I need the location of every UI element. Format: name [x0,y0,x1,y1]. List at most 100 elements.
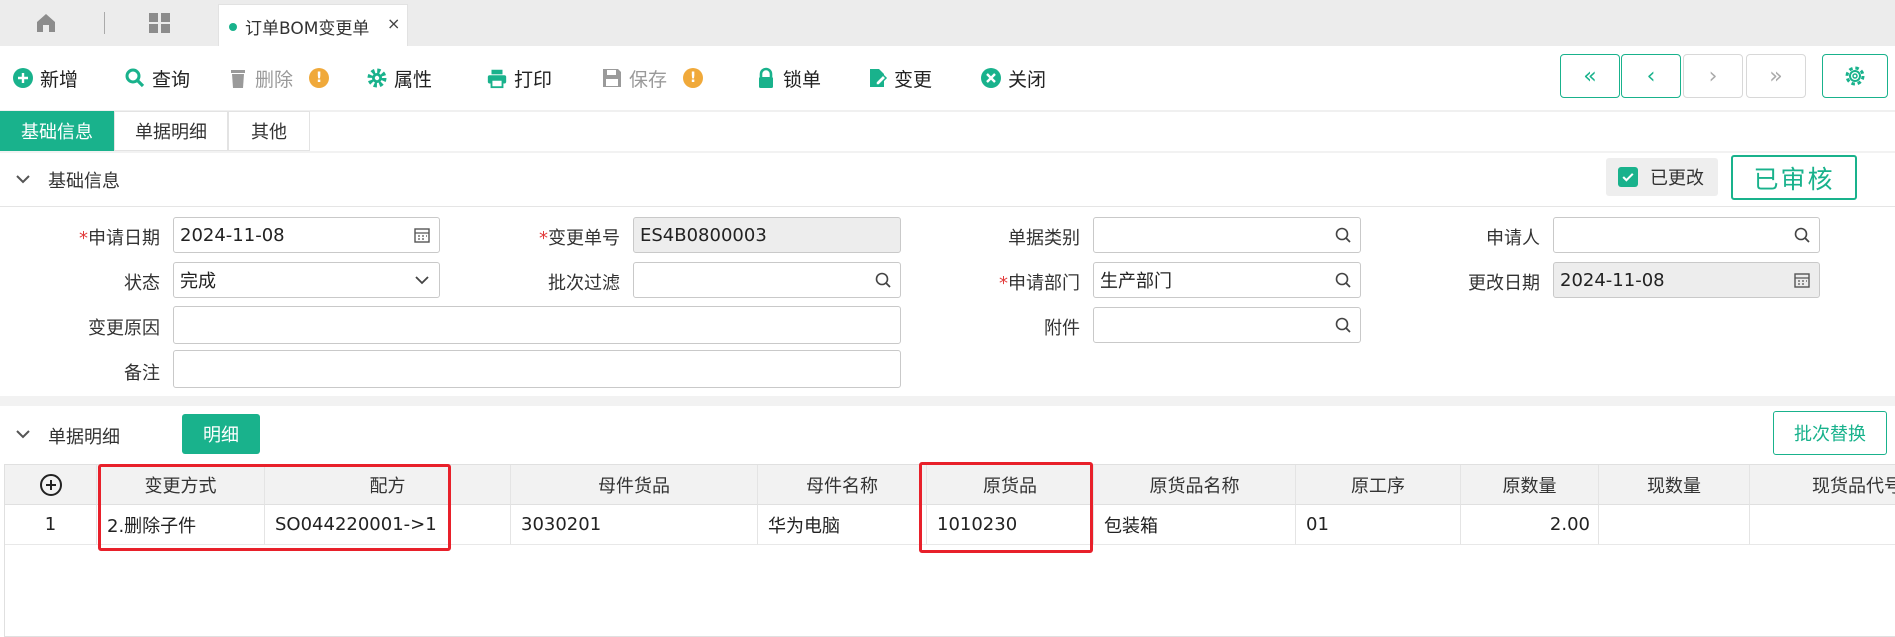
section-title: 单据明细 [48,427,120,448]
applicant-label: 申请人 [1486,228,1540,249]
tab-other[interactable]: 其他 [228,111,310,151]
settings-button[interactable] [1822,54,1888,98]
cell-orig-process[interactable]: 01 [1296,505,1461,545]
trash-icon [231,70,245,88]
remark-field[interactable] [173,350,901,388]
printer-icon [487,69,507,89]
cell-parent-item[interactable]: 3030201 [511,505,758,545]
changed-checkbox[interactable]: 已更改 [1606,158,1718,196]
search-icon[interactable] [1334,271,1352,289]
change-no-field[interactable]: ES4B0800003 [633,217,901,253]
calendar-icon[interactable] [413,226,431,244]
first-record-button[interactable]: « [1560,54,1620,98]
print-button[interactable]: 打印 [486,64,552,92]
double-chevron-left-icon: « [1583,63,1597,89]
query-button[interactable]: 查询 [124,64,190,92]
doc-type-label: 单据类别 [1008,228,1080,249]
attachment-label: 附件 [1044,318,1080,339]
dept-label: *申请部门 [999,273,1080,294]
gear-icon [367,68,387,88]
query-label: 查询 [152,68,191,91]
col-header-orig-item-name[interactable]: 原货品名称 [1094,465,1296,505]
save-label: 保存 [629,68,668,91]
home-icon[interactable] [34,11,58,35]
highlight-box-orig-item [919,462,1093,553]
doc-type-field[interactable] [1093,217,1361,253]
apply-date-label: *申请日期 [79,228,160,249]
save-button[interactable]: 保存 ! [601,64,704,92]
tab-basic-info[interactable]: 基础信息 [0,111,114,151]
batch-filter-field[interactable] [633,262,901,298]
modify-date-field[interactable]: 2024-11-08 [1553,262,1820,298]
detail-header[interactable]: 单据明细 [0,406,1895,462]
highlight-box-method-formula [98,464,451,551]
plus-circle-icon [13,68,33,88]
add-row-icon[interactable] [39,473,63,497]
cell-new-item-code[interactable] [1750,505,1895,545]
col-header-parent-item[interactable]: 母件货品 [511,465,758,505]
apply-date-field[interactable]: 2024-11-08 [173,217,440,253]
search-icon[interactable] [1334,316,1352,334]
chevron-down-icon[interactable] [413,271,431,289]
tab-doc-detail[interactable]: 单据明细 [114,111,228,151]
settings-gear-icon [1845,66,1865,86]
change-no-label: *变更单号 [539,228,620,249]
reason-label: 变更原因 [88,318,160,339]
active-dot-icon [229,23,237,31]
detail-button[interactable]: 明细 [182,414,260,454]
col-header-new-item-code[interactable]: 现货品代号 [1750,465,1895,505]
tab-separator [104,12,105,34]
warning-icon: ! [683,68,704,88]
properties-label: 属性 [394,68,433,91]
lock-button[interactable]: 锁单 [755,64,821,92]
calendar-icon[interactable] [1793,271,1811,289]
change-label: 变更 [894,68,933,91]
col-header-parent-name[interactable]: 母件名称 [758,465,927,505]
cell-parent-name[interactable]: 华为电脑 [758,505,927,545]
remark-label: 备注 [124,363,160,384]
cell-orig-qty[interactable]: 2.00 [1461,505,1599,545]
toolbar: 新增 查询 删除 ! 属性 打印 保存 ! 锁单 变更 关闭 « ‹ › » [0,46,1895,110]
dept-field[interactable]: 生产部门 [1093,262,1361,298]
close-button[interactable]: 关闭 [980,64,1046,92]
tab-order-bom-change[interactable]: 订单BOM变更单 × [218,4,408,46]
warning-icon: ! [309,68,330,88]
col-header-orig-process[interactable]: 原工序 [1296,465,1461,505]
status-select[interactable]: 完成 [173,262,440,298]
close-tab-icon[interactable]: × [387,14,400,33]
batch-filter-label: 批次过滤 [548,273,620,294]
cell-new-qty[interactable] [1599,505,1750,545]
cell-orig-item-name[interactable]: 包装箱 [1094,505,1296,545]
change-button[interactable]: 变更 [866,64,932,92]
status-label: 状态 [124,273,160,294]
col-header-orig-qty[interactable]: 原数量 [1461,465,1599,505]
delete-label: 删除 [255,68,294,91]
chevron-down-icon[interactable] [14,170,32,188]
reason-field[interactable] [173,306,901,344]
last-record-button[interactable]: » [1746,54,1806,98]
search-icon[interactable] [1793,226,1811,244]
col-header-new-qty[interactable]: 现数量 [1599,465,1750,505]
applicant-field[interactable] [1553,217,1820,253]
properties-button[interactable]: 属性 [366,64,432,92]
section-title: 基础信息 [48,171,120,192]
search-icon [125,68,145,88]
search-icon[interactable] [1334,226,1352,244]
search-icon[interactable] [874,271,892,289]
prev-record-button[interactable]: ‹ [1621,54,1681,98]
edit-document-icon [870,69,888,87]
attachment-field[interactable] [1093,307,1361,343]
delete-button[interactable]: 删除 ! [227,64,330,92]
tab-bar: 订单BOM变更单 × [0,0,1895,46]
row-number: 1 [5,505,97,545]
add-button[interactable]: 新增 [12,64,78,92]
add-row-cell [5,465,97,505]
floppy-disk-icon [603,69,621,87]
close-circle-icon [981,68,1001,88]
chevron-down-icon[interactable] [14,425,32,443]
batch-replace-button[interactable]: 批次替换 [1773,411,1887,455]
apps-grid-icon[interactable] [148,12,172,34]
print-label: 打印 [514,68,553,91]
next-record-button[interactable]: › [1683,54,1743,98]
changed-label: 已更改 [1650,168,1704,189]
